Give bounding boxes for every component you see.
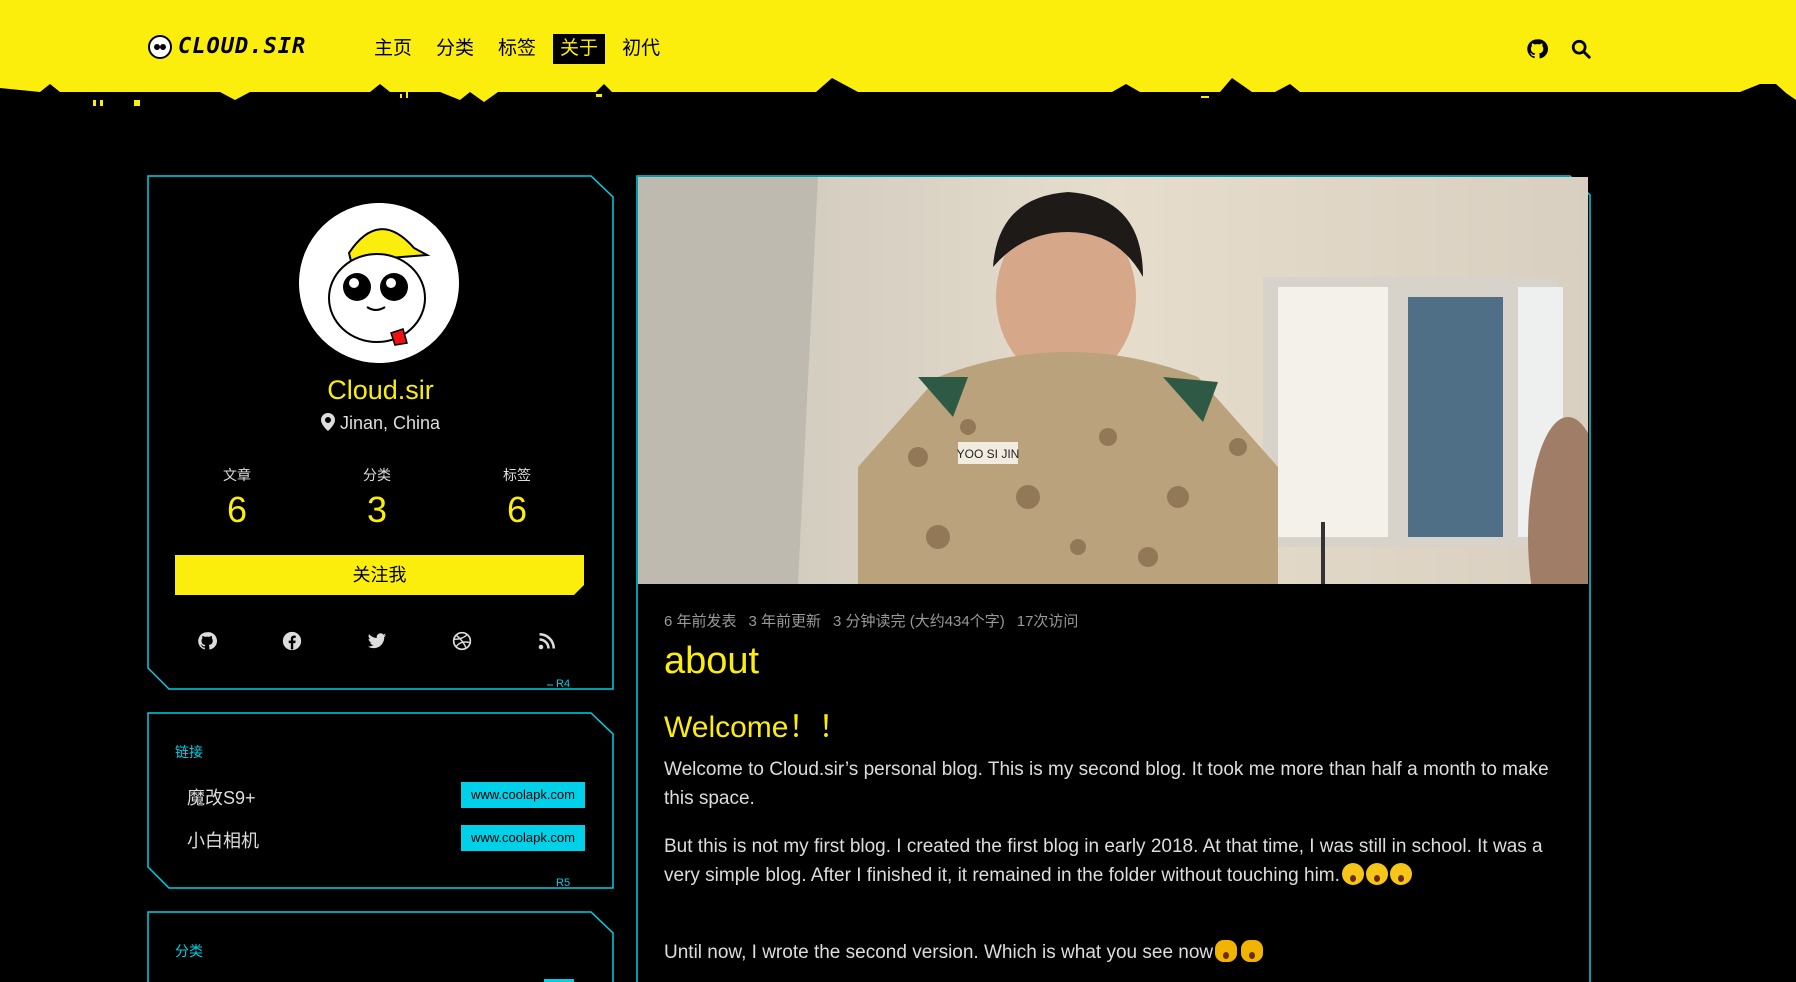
post-updated: 3 年前更新 [748, 613, 822, 630]
stat-posts[interactable]: 文章 6 [187, 465, 287, 531]
post-paragraph: Welcome to Cloud.sir’s personal blog. Th… [664, 755, 1564, 813]
post-cover-image: YOO SI JIN [638, 177, 1588, 584]
stat-tags[interactable]: 标签 6 [467, 465, 567, 531]
name-tape: YOO SI JIN [957, 447, 1020, 461]
stat-label: 文章 [223, 467, 251, 483]
post-card: YOO SI JIN 6 年前发表 3 年前更新 3 分钟读完 (大约434个字… [636, 175, 1591, 982]
facebook-icon [282, 631, 302, 651]
categories-title: 分类 [175, 943, 203, 959]
post-paragraph: But this is not my first blog. I created… [664, 832, 1564, 890]
link-url-button[interactable]: www.coolapk.com [460, 825, 585, 851]
location-text: Jinan, China [339, 413, 441, 433]
clap-hands-emoji-icon [1215, 940, 1238, 962]
links-title: 链接 [175, 744, 203, 760]
stat-label: 分类 [363, 467, 391, 483]
paragraph-text: Welcome to Cloud.sir’s personal blog. Th… [664, 759, 1549, 809]
profile-location: Jinan, China [147, 413, 614, 434]
site-logo[interactable]: CLOUD.SIR [148, 34, 306, 59]
links-card: 链接 魔改S9+ www.coolapk.com 小白相机 www.coolap… [147, 712, 614, 889]
stat-value: 6 [506, 489, 528, 530]
post-views: 17次访问 [1016, 613, 1079, 630]
link-item: 魔改S9+ www.coolapk.com [187, 782, 585, 810]
nav-about[interactable]: 关于 [553, 34, 606, 64]
stat-label: 标签 [503, 467, 531, 483]
link-name: 魔改S9+ [187, 788, 256, 808]
astonished-emoji-icon [1389, 863, 1412, 885]
post-published: 6 年前发表 [664, 613, 737, 630]
categories-card: 分类 [147, 911, 614, 982]
social-twitter[interactable] [357, 627, 397, 655]
main-nav: 主页 分类 标签 关于 初代 [367, 34, 667, 64]
mascot-avatar [299, 203, 459, 363]
logo-text: CLOUD.SIR [178, 34, 307, 59]
profile-card: Cloud.sir Jinan, China 文章 6 分类 3 标签 6 关注… [147, 175, 614, 690]
nav-home[interactable]: 主页 [367, 34, 419, 64]
social-github[interactable] [187, 627, 227, 655]
link-name: 小白相机 [187, 831, 259, 851]
avatar [299, 203, 459, 363]
search-icon[interactable] [1570, 38, 1592, 60]
paragraph-text: Until now, I wrote the second version. W… [664, 942, 1214, 963]
card-tag: R4 [556, 678, 571, 690]
nav-tags[interactable]: 标签 [491, 34, 543, 64]
nav-first-gen[interactable]: 初代 [615, 34, 667, 64]
cover-photo: YOO SI JIN [638, 177, 1588, 584]
logo-mascot-icon [148, 34, 172, 59]
twitter-icon [367, 633, 387, 649]
link-item: 小白相机 www.coolapk.com [187, 825, 585, 853]
nav-categories[interactable]: 分类 [429, 34, 481, 64]
github-icon [198, 632, 217, 650]
astonished-emoji-icon [1365, 863, 1388, 885]
post-meta: 6 年前发表 3 年前更新 3 分钟读完 (大约434个字) 17次访问 [664, 610, 1078, 631]
social-links [187, 627, 567, 655]
dribbble-icon [452, 631, 472, 651]
stat-value: 3 [366, 489, 388, 530]
stat-categories[interactable]: 分类 3 [327, 465, 427, 531]
post-paragraph: Until now, I wrote the second version. W… [664, 938, 1564, 967]
map-pin-icon [320, 413, 335, 431]
profile-name: Cloud.sir [327, 375, 434, 405]
social-facebook[interactable] [272, 627, 312, 655]
card-frame [147, 911, 614, 982]
profile-stats: 文章 6 分类 3 标签 6 [187, 465, 567, 531]
clap-hands-emoji-icon [1241, 940, 1264, 962]
card-tag: R5 [556, 877, 571, 889]
follow-button[interactable]: 关注我 [175, 555, 584, 595]
post-heading: Welcome！！ [664, 711, 849, 744]
link-url-button[interactable]: www.coolapk.com [460, 782, 585, 808]
post-read-time: 3 分钟读完 (大约434个字) [833, 613, 1005, 630]
github-icon[interactable] [1526, 38, 1548, 60]
social-rss[interactable] [527, 627, 567, 655]
stat-value: 6 [226, 489, 248, 530]
social-dribbble[interactable] [442, 627, 482, 655]
post-title: about [664, 640, 760, 682]
follow-label: 关注我 [352, 565, 407, 585]
astonished-emoji-icon [1341, 863, 1364, 885]
rss-icon [538, 632, 556, 650]
site-header: CLOUD.SIR 主页 分类 标签 关于 初代 [0, 0, 1796, 110]
